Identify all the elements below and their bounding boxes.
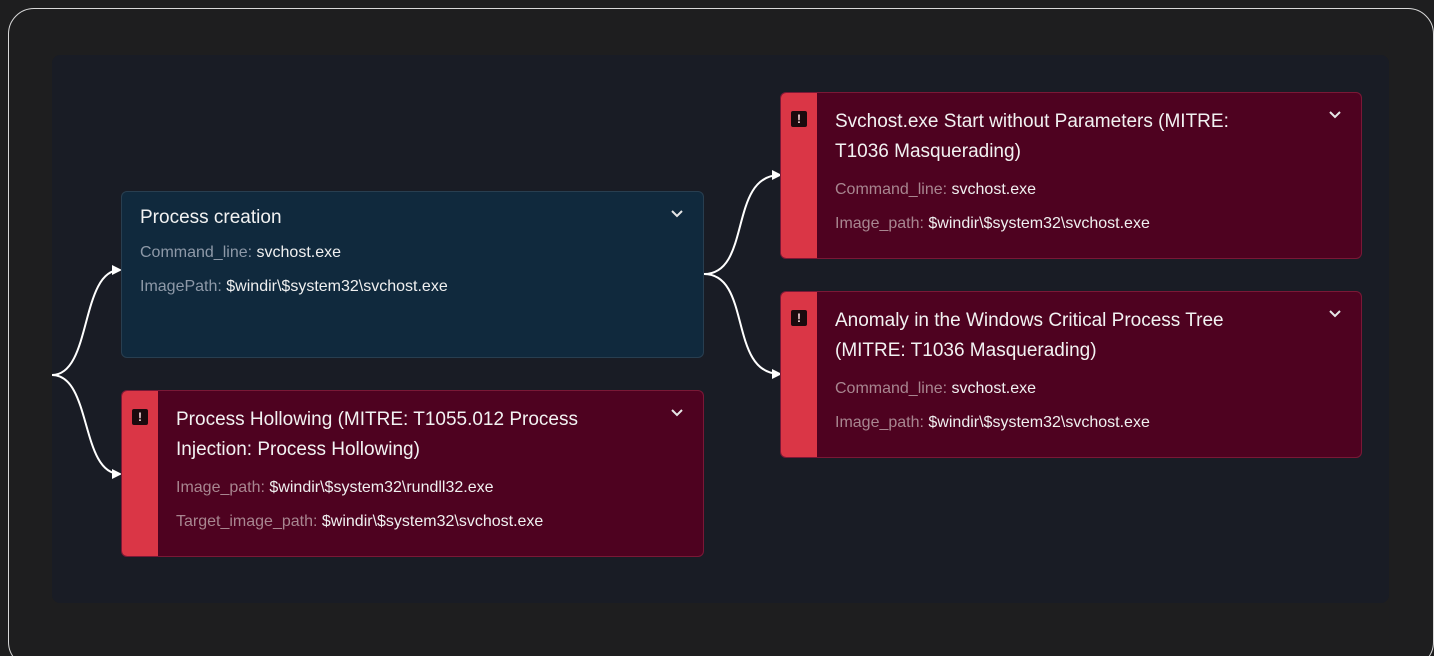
card-title-line: Svchost.exe Start without Parameters (MI… [835,111,1229,132]
field-key: Command_line: [835,380,948,397]
image-path-field: Image_path: $windir\$system32\svchost.ex… [835,413,1343,433]
exclamation-icon: ! [791,310,807,326]
card-title-line: T1036 Masquerading) [835,141,1021,162]
chevron-down-icon[interactable] [1329,111,1341,123]
card-title: Anomaly in the Windows Critical Process … [835,306,1343,366]
field-value: $windir\$system32\svchost.exe [321,513,544,530]
field-value: $windir\$system32\svchost.exe [928,215,1150,232]
field-key: ImagePath: [140,278,222,295]
chevron-down-icon[interactable] [1329,310,1341,322]
anomaly-process-tree-card[interactable]: ! Anomaly in the Windows Critical Proces… [780,291,1362,458]
connector-process-creation-to-anomaly [703,273,782,379]
card-title: Process creation [140,207,282,228]
chevron-down-icon[interactable] [671,210,683,222]
card-title-line: Anomaly in the Windows Critical Process … [835,310,1224,331]
connector-root-to-process-creation [51,265,122,376]
connector-root-to-process-hollowing [51,374,122,479]
process-creation-card[interactable]: Process creation Command_line: svchost.e… [121,191,704,358]
field-key: Image_path: [835,414,924,431]
svchost-start-card[interactable]: ! Svchost.exe Start without Parameters (… [780,92,1362,259]
image-path-field: ImagePath: $windir\$system32\svchost.exe [140,277,685,297]
anomaly-process-tree-card-body: Anomaly in the Windows Critical Process … [817,292,1361,457]
connector-process-creation-to-svchost-start [703,170,782,275]
card-title-line: (MITRE: T1036 Masquerading) [835,340,1097,361]
process-hollowing-card-body: Process Hollowing (MITRE: T1055.012 Proc… [158,391,703,556]
field-key: Command_line: [835,181,948,198]
field-key: Command_line: [140,244,253,261]
card-title: Svchost.exe Start without Parameters (MI… [835,107,1343,167]
field-value: $windir\$system32\rundll32.exe [269,479,494,496]
image-path-field: Image_path: $windir\$system32\rundll32.e… [176,478,685,498]
field-value: svchost.exe [951,181,1036,198]
field-value: svchost.exe [951,380,1036,397]
exclamation-icon: ! [791,111,807,127]
field-value: $windir\$system32\svchost.exe [928,414,1150,431]
field-key: Image_path: [835,215,924,232]
command-line-field: Command_line: svchost.exe [835,180,1343,200]
field-key: Target_image_path: [176,513,318,530]
field-value: svchost.exe [256,244,341,261]
image-path-field: Image_path: $windir\$system32\svchost.ex… [835,214,1343,234]
field-key: Image_path: [176,479,265,496]
command-line-field: Command_line: svchost.exe [835,379,1343,399]
card-title-line: Process Hollowing (MITRE: T1055.012 Proc… [176,409,578,430]
svchost-start-card-body: Svchost.exe Start without Parameters (MI… [817,93,1361,258]
process-hollowing-card[interactable]: ! Process Hollowing (MITRE: T1055.012 Pr… [121,390,704,557]
target-image-path-field: Target_image_path: $windir\$system32\svc… [176,512,685,532]
card-title: Process Hollowing (MITRE: T1055.012 Proc… [176,405,685,465]
exclamation-icon: ! [132,409,148,425]
chevron-down-icon[interactable] [671,409,683,421]
field-value: $windir\$system32\svchost.exe [226,278,448,295]
card-title-line: Injection: Process Hollowing) [176,439,420,460]
command-line-field: Command_line: svchost.exe [140,243,685,263]
process-creation-card-body: Process creation Command_line: svchost.e… [122,192,703,357]
